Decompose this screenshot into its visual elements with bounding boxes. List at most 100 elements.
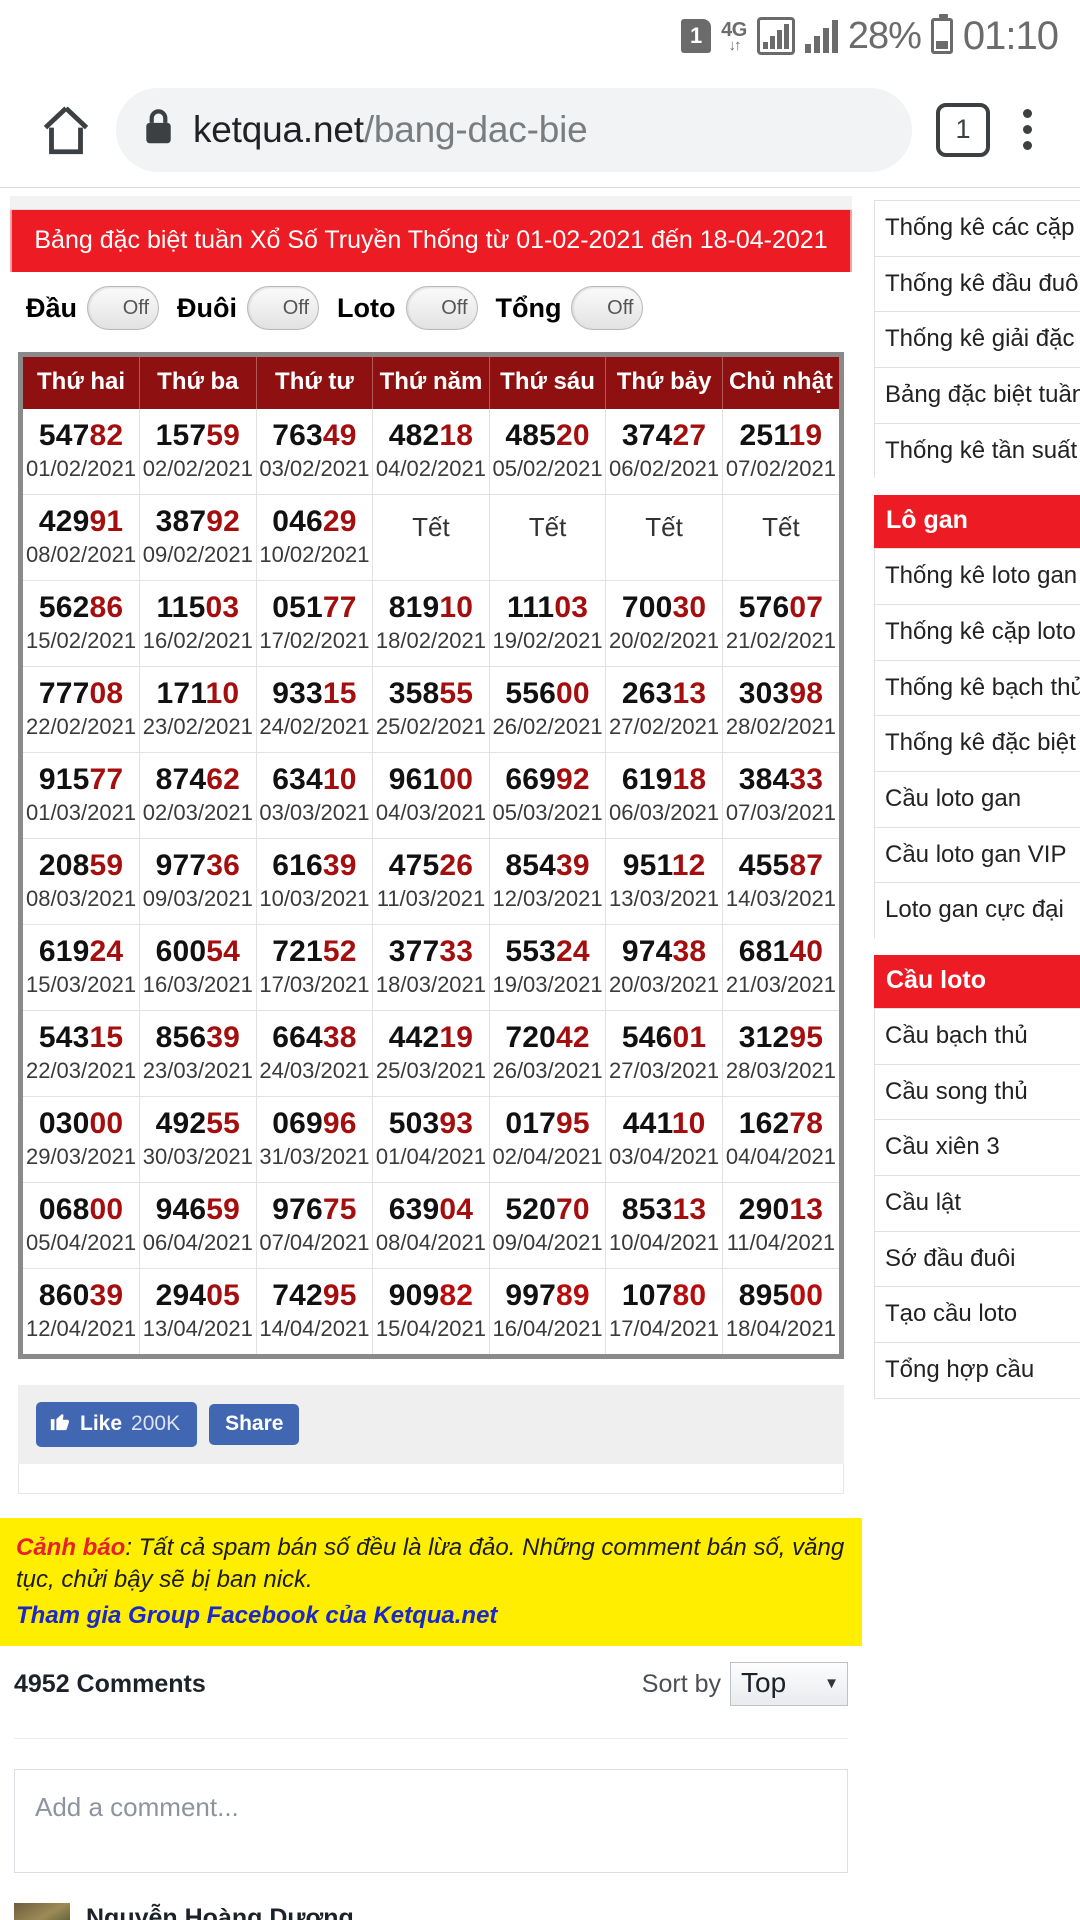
special-prize-number: 55324 xyxy=(505,934,590,968)
sidebar-link[interactable]: Tạo cầu loto xyxy=(874,1286,1080,1343)
prize-last-two-digits: 59 xyxy=(206,1192,241,1226)
sidebar-link[interactable]: Thống kê tần suất loto theo thời gian xyxy=(874,422,1080,479)
draw-date: 11/03/2021 xyxy=(376,886,486,912)
toggle-switch-tong[interactable]: Off xyxy=(571,286,644,330)
result-cell: 68140 21/03/2021 xyxy=(722,924,839,1011)
draw-date: 04/04/2021 xyxy=(725,1144,836,1170)
comment-body: Nguyễn Hoàng DươngĐánh 3 càng 400 nó về … xyxy=(86,1903,848,1920)
draw-date: 24/02/2021 xyxy=(259,714,370,740)
draw-date: 08/02/2021 xyxy=(25,542,137,568)
draw-date: 19/02/2021 xyxy=(492,628,603,654)
special-prize-number: 72042 xyxy=(505,1020,590,1054)
network-type-icon: 4G ↓↑ xyxy=(721,20,747,53)
sidebar-link[interactable]: Cầu song thủ xyxy=(874,1063,1080,1120)
warning-line-1: Cảnh báo: Tất cả spam bán số đều là lừa … xyxy=(16,1532,846,1595)
sidebar-link[interactable]: Loto gan cực đại xyxy=(874,882,1080,939)
draw-date: 19/03/2021 xyxy=(492,972,603,998)
sidebar-link[interactable]: Thống kê giải đặc biệt theo tuần xyxy=(874,311,1080,368)
thumbs-up-icon xyxy=(49,1410,71,1438)
prize-last-two-digits: 04 xyxy=(439,1192,474,1226)
draw-date: 01/03/2021 xyxy=(25,800,137,826)
holiday-label: Tết xyxy=(645,511,683,542)
draw-date: 02/02/2021 xyxy=(142,456,253,482)
facebook-group-link[interactable]: Tham gia Group Facebook của Ketqua.net xyxy=(16,1602,846,1630)
draw-date: 16/04/2021 xyxy=(492,1316,603,1342)
prize-last-two-digits: 13 xyxy=(789,1192,824,1226)
draw-date: 25/02/2021 xyxy=(375,714,487,740)
facebook-like-button[interactable]: Like 200K xyxy=(36,1401,198,1447)
prize-last-two-digits: 89 xyxy=(555,1278,590,1312)
sidebar-link[interactable]: Bảng đặc biệt tuần xyxy=(874,367,1080,423)
overflow-menu-icon[interactable] xyxy=(998,109,1056,150)
result-cell: 81910 18/02/2021 xyxy=(372,580,490,667)
prize-last-two-digits: 33 xyxy=(439,934,474,968)
draw-date: 06/04/2021 xyxy=(142,1230,253,1256)
draw-date: 15/03/2021 xyxy=(25,972,137,998)
comment-author[interactable]: Nguyễn Hoàng Dương xyxy=(86,1903,848,1920)
warning-body: : Tất cả spam bán số đều là lừa đảo. Nhữ… xyxy=(16,1533,845,1593)
result-cell: 17110 23/02/2021 xyxy=(139,666,257,753)
sidebar-link[interactable]: Thống kê bạch thủ loto gan xyxy=(874,659,1080,716)
prize-last-two-digits: 10 xyxy=(322,762,357,796)
result-cell: 57607 21/02/2021 xyxy=(722,580,839,667)
result-cell: 90982 15/04/2021 xyxy=(372,1268,490,1354)
prize-last-two-digits: 80 xyxy=(672,1278,707,1312)
prize-last-two-digits: 33 xyxy=(789,762,824,796)
toggle-switch-loto[interactable]: Off xyxy=(405,286,478,330)
prize-last-two-digits: 19 xyxy=(788,419,823,452)
sidebar-link[interactable]: Sớ đầu đuôi xyxy=(874,1230,1080,1287)
draw-date: 21/03/2021 xyxy=(725,972,836,998)
sidebar-link[interactable]: Thống kê cặp loto gan xyxy=(874,604,1080,660)
result-cell: 97675 07/04/2021 xyxy=(256,1182,374,1269)
lottery-panel: Bảng đặc biệt tuần Xổ Số Truyền Thống từ… xyxy=(10,210,852,352)
result-cell: 96100 04/03/2021 xyxy=(372,752,490,839)
sidebar-link[interactable]: Thống kê loto gan xyxy=(874,548,1080,605)
holiday-label: Tết xyxy=(528,511,567,542)
result-cell: 30398 28/02/2021 xyxy=(722,666,839,753)
filter-toggle-row: Đầu Off Đuôi Off Loto Off Tổng Off xyxy=(10,272,852,352)
sidebar-link[interactable]: Thống kê đầu đuôi loto xyxy=(874,255,1080,312)
result-cell: 94659 06/04/2021 xyxy=(139,1182,257,1269)
tab-switcher-button[interactable]: 1 xyxy=(936,102,990,157)
sidebar-link[interactable]: Cầu loto gan xyxy=(874,771,1080,827)
warning-prefix: Cảnh báo xyxy=(16,1533,126,1561)
special-prize-number: 38433 xyxy=(738,762,824,796)
sidebar-section-header: Cầu loto xyxy=(874,955,1080,1009)
prize-last-two-digits: 01 xyxy=(672,1020,707,1054)
prize-last-two-digits: 59 xyxy=(206,419,241,452)
facebook-share-button[interactable]: Share xyxy=(209,1403,300,1445)
home-icon[interactable] xyxy=(24,101,108,159)
table-row: 86039 12/04/2021 29405 13/04/2021 74295 14/04… xyxy=(23,1268,839,1354)
prize-last-two-digits: 55 xyxy=(206,1106,241,1140)
sidebar-link[interactable]: Cầu loto gan VIP xyxy=(874,826,1080,883)
special-prize-number: 72152 xyxy=(272,934,357,968)
sidebar-link[interactable]: Cầu bạch thủ xyxy=(874,1008,1080,1064)
browser-toolbar: ketqua.net/bang-dac-bie 1 xyxy=(0,72,1080,187)
comment-composer[interactable]: Add a comment... xyxy=(14,1769,848,1874)
toggle-switch-dau[interactable]: Off xyxy=(87,286,160,330)
prize-last-two-digits: 96 xyxy=(322,1106,357,1140)
sidebar-link[interactable]: Thống kê các cặp số về nhiều nhất trong … xyxy=(874,200,1080,256)
draw-date: 13/04/2021 xyxy=(142,1316,253,1342)
draw-date: 25/03/2021 xyxy=(375,1058,487,1084)
comment-sort-control: Sort by Top ▼ xyxy=(642,1662,848,1707)
result-cell: 55324 19/03/2021 xyxy=(489,924,607,1011)
toggle-switch-duoi[interactable]: Off xyxy=(247,286,320,330)
special-prize-number: 29405 xyxy=(155,1278,241,1312)
avatar[interactable] xyxy=(14,1903,70,1920)
sidebar-link[interactable]: Tổng hợp cầu xyxy=(874,1342,1080,1399)
result-cell: 06800 05/04/2021 xyxy=(23,1182,141,1269)
special-prize-number: 61639 xyxy=(272,848,357,882)
special-prize-number: 11103 xyxy=(506,590,589,624)
draw-date: 10/03/2021 xyxy=(259,886,370,912)
result-cell: 54601 27/03/2021 xyxy=(605,1010,723,1097)
sidebar-link[interactable]: Cầu lật xyxy=(874,1175,1080,1231)
lottery-results-table: Thứ hai Thứ ba Thứ tư Thứ năm Thứ sáu Thứ bảy… xyxy=(23,357,839,1354)
draw-date: 27/03/2021 xyxy=(609,1058,720,1084)
sort-by-select[interactable]: Top ▼ xyxy=(730,1662,848,1707)
special-prize-number: 74295 xyxy=(272,1278,357,1312)
sidebar-link[interactable]: Thống kê đặc biệt gan xyxy=(874,715,1080,772)
result-cell: 38792 09/02/2021 xyxy=(139,494,257,581)
address-bar[interactable]: ketqua.net/bang-dac-bie xyxy=(116,87,912,172)
sidebar-link[interactable]: Cầu xiên 3 xyxy=(874,1119,1080,1176)
